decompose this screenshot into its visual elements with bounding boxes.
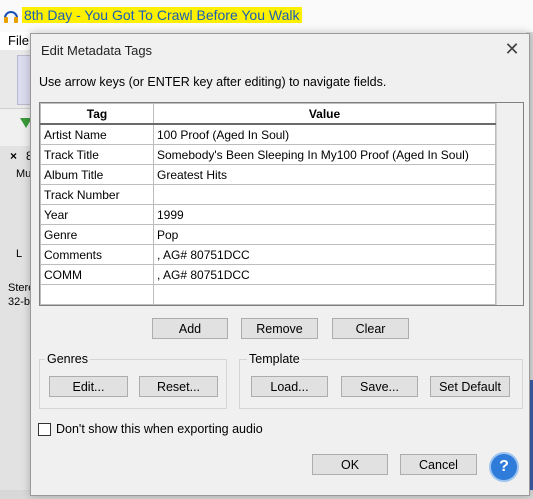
tag-cell[interactable] bbox=[40, 284, 154, 305]
value-cell[interactable]: Somebody's Been Sleeping In My100 Proof … bbox=[153, 144, 496, 165]
value-cell[interactable] bbox=[153, 284, 496, 305]
clear-button[interactable]: Clear bbox=[332, 318, 409, 339]
tag-cell[interactable]: Track Title bbox=[40, 144, 154, 165]
tag-cell[interactable]: Track Number bbox=[40, 184, 154, 205]
cancel-button[interactable]: Cancel bbox=[400, 454, 477, 475]
table-row bbox=[40, 284, 496, 305]
grid-scrollbar[interactable] bbox=[496, 103, 523, 305]
dont-show-checkbox[interactable] bbox=[38, 423, 51, 436]
table-row: Comments , AG# 80751DCC bbox=[40, 244, 496, 265]
track-format-bits: 32-b bbox=[8, 296, 31, 308]
template-load-button[interactable]: Load... bbox=[251, 376, 328, 397]
genres-reset-button[interactable]: Reset... bbox=[139, 376, 218, 397]
add-button[interactable]: Add bbox=[152, 318, 228, 339]
table-row: Genre Pop bbox=[40, 224, 496, 245]
tag-cell[interactable]: Year bbox=[40, 204, 154, 225]
value-cell[interactable]: 100 Proof (Aged In Soul) bbox=[153, 123, 496, 145]
genres-group-label: Genres bbox=[45, 352, 90, 366]
tag-cell[interactable]: Album Title bbox=[40, 164, 154, 185]
dialog-title: Edit Metadata Tags bbox=[41, 43, 153, 58]
table-row: COMM , AG# 80751DCC bbox=[40, 264, 496, 285]
table-row: Album Title Greatest Hits bbox=[40, 164, 496, 185]
value-cell[interactable] bbox=[153, 184, 496, 205]
app-window-title: 8th Day - You Got To Crawl Before You Wa… bbox=[22, 7, 302, 23]
tag-cell[interactable]: Comments bbox=[40, 244, 154, 265]
template-save-button[interactable]: Save... bbox=[341, 376, 418, 397]
column-header-value[interactable]: Value bbox=[153, 103, 496, 125]
value-cell[interactable]: , AG# 80751DCC bbox=[153, 244, 496, 265]
metadata-grid: Tag Value Artist Name 100 Proof (Aged In… bbox=[39, 102, 524, 306]
app-title-bar: 8th Day - You Got To Crawl Before You Wa… bbox=[0, 0, 533, 32]
value-cell[interactable]: 1999 bbox=[153, 204, 496, 225]
track-close-button[interactable]: × bbox=[10, 149, 17, 163]
ok-button[interactable]: OK bbox=[312, 454, 388, 475]
tag-cell[interactable]: COMM bbox=[40, 264, 154, 285]
tag-cell[interactable]: Artist Name bbox=[40, 123, 154, 145]
genres-edit-button[interactable]: Edit... bbox=[49, 376, 128, 397]
dont-show-checkbox-label[interactable]: Don't show this when exporting audio bbox=[56, 422, 263, 436]
pan-left-label: L bbox=[16, 248, 23, 260]
menu-file[interactable]: File bbox=[8, 33, 29, 48]
edit-metadata-dialog: Edit Metadata Tags ✕ Use arrow keys (or … bbox=[30, 33, 530, 496]
template-group-label: Template bbox=[247, 352, 302, 366]
value-cell[interactable]: Greatest Hits bbox=[153, 164, 496, 185]
value-cell[interactable]: Pop bbox=[153, 224, 496, 245]
tag-cell[interactable]: Genre bbox=[40, 224, 154, 245]
close-icon[interactable]: ✕ bbox=[501, 38, 523, 60]
instructions-text: Use arrow keys (or ENTER key after editi… bbox=[39, 75, 387, 89]
template-set-default-button[interactable]: Set Default bbox=[430, 376, 510, 397]
table-row: Track Number bbox=[40, 184, 496, 205]
table-row: Artist Name 100 Proof (Aged In Soul) bbox=[40, 123, 496, 145]
value-cell[interactable]: , AG# 80751DCC bbox=[153, 264, 496, 285]
help-icon[interactable]: ? bbox=[489, 452, 519, 482]
audacity-headphones-icon bbox=[4, 11, 18, 23]
column-header-tag[interactable]: Tag bbox=[40, 103, 154, 125]
track-mute-button[interactable]: Mu bbox=[16, 168, 31, 180]
remove-button[interactable]: Remove bbox=[241, 318, 318, 339]
table-row: Track Title Somebody's Been Sleeping In … bbox=[40, 144, 496, 165]
table-row: Year 1999 bbox=[40, 204, 496, 225]
